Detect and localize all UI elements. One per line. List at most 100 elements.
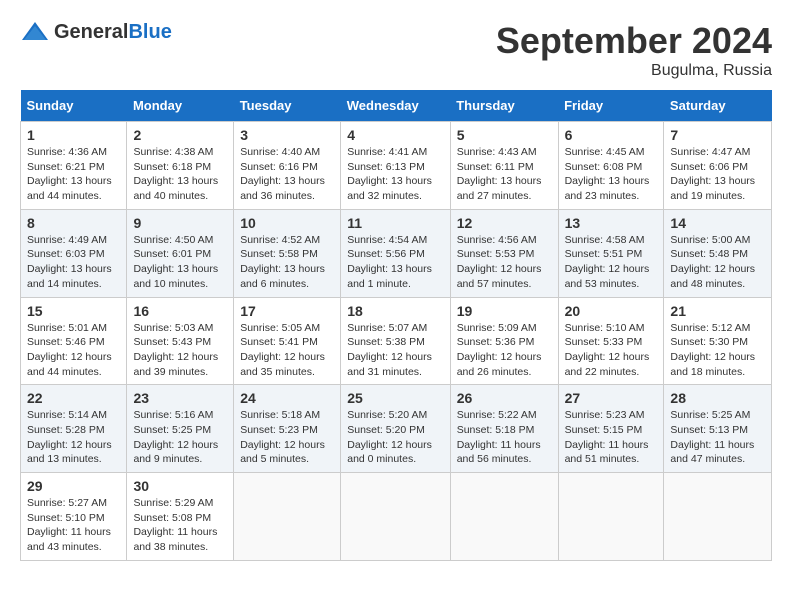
calendar-day: 27Sunrise: 5:23 AM Sunset: 5:15 PM Dayli… <box>558 385 664 473</box>
calendar-day: 15 Sunrise: 5:01 AM Sunset: 5:46 PM Dayli… <box>21 297 127 385</box>
day-info: Sunrise: 5:01 AM Sunset: 5:46 PM Dayligh… <box>27 321 120 380</box>
day-number: 2 <box>133 127 227 143</box>
header-row: Sunday Monday Tuesday Wednesday Thursday… <box>21 90 772 122</box>
day-number: 13 <box>565 215 658 231</box>
calendar-day <box>234 473 341 561</box>
day-info: Sunrise: 4:43 AM Sunset: 6:11 PM Dayligh… <box>457 145 552 204</box>
day-number: 5 <box>457 127 552 143</box>
logo-icon <box>20 20 50 44</box>
day-number: 23 <box>133 390 227 406</box>
day-number: 18 <box>347 303 443 319</box>
day-number: 16 <box>133 303 227 319</box>
calendar-day <box>664 473 772 561</box>
calendar-week-5: 29Sunrise: 5:27 AM Sunset: 5:10 PM Dayli… <box>21 473 772 561</box>
calendar-day: 24Sunrise: 5:18 AM Sunset: 5:23 PM Dayli… <box>234 385 341 473</box>
calendar-day: 30 Sunrise: 5:29 AM Sunset: 5:08 PM Dayli… <box>127 473 234 561</box>
calendar-day: 8 Sunrise: 4:49 AM Sunset: 6:03 PM Daylig… <box>21 209 127 297</box>
col-sunday: Sunday <box>21 90 127 122</box>
col-saturday: Saturday <box>664 90 772 122</box>
calendar-day: 3 Sunrise: 4:40 AM Sunset: 6:16 PM Daylig… <box>234 122 341 210</box>
day-number: 22 <box>27 390 120 406</box>
page-header: GeneralBlue September 2024 Bugulma, Russ… <box>20 20 772 80</box>
calendar-day: 28Sunrise: 5:25 AM Sunset: 5:13 PM Dayli… <box>664 385 772 473</box>
day-info: Sunrise: 5:03 AM Sunset: 5:43 PM Dayligh… <box>133 321 227 380</box>
day-info: Sunrise: 5:07 AM Sunset: 5:38 PM Dayligh… <box>347 321 443 380</box>
day-number: 29 <box>27 478 120 494</box>
logo-general: General <box>54 21 128 43</box>
day-info: Sunrise: 5:14 AM Sunset: 5:28 PM Dayligh… <box>27 408 120 467</box>
calendar-day <box>450 473 558 561</box>
day-number: 4 <box>347 127 443 143</box>
day-number: 17 <box>240 303 334 319</box>
day-info: Sunrise: 4:45 AM Sunset: 6:08 PM Dayligh… <box>565 145 658 204</box>
calendar-day: 26 Sunrise: 5:22 AM Sunset: 5:18 PM Dayli… <box>450 385 558 473</box>
day-info: Sunrise: 4:49 AM Sunset: 6:03 PM Dayligh… <box>27 233 120 292</box>
day-info: Sunrise: 4:41 AM Sunset: 6:13 PM Dayligh… <box>347 145 443 204</box>
day-number: 30 <box>133 478 227 494</box>
calendar-day <box>558 473 664 561</box>
day-info: Sunrise: 4:56 AM Sunset: 5:53 PM Dayligh… <box>457 233 552 292</box>
day-info: Sunrise: 5:10 AM Sunset: 5:33 PM Dayligh… <box>565 321 658 380</box>
day-info: Sunrise: 5:29 AM Sunset: 5:08 PM Dayligh… <box>133 496 227 555</box>
calendar-week-1: 1 Sunrise: 4:36 AM Sunset: 6:21 PM Daylig… <box>21 122 772 210</box>
title-block: September 2024 Bugulma, Russia <box>496 20 772 80</box>
col-thursday: Thursday <box>450 90 558 122</box>
logo: GeneralBlue <box>20 20 172 44</box>
day-number: 15 <box>27 303 120 319</box>
calendar-day: 18 Sunrise: 5:07 AM Sunset: 5:38 PM Dayli… <box>341 297 450 385</box>
day-info: Sunrise: 4:36 AM Sunset: 6:21 PM Dayligh… <box>27 145 120 204</box>
calendar-day: 1 Sunrise: 4:36 AM Sunset: 6:21 PM Daylig… <box>21 122 127 210</box>
day-number: 3 <box>240 127 334 143</box>
day-number: 25 <box>347 390 443 406</box>
calendar-day: 6 Sunrise: 4:45 AM Sunset: 6:08 PM Daylig… <box>558 122 664 210</box>
day-info: Sunrise: 5:16 AM Sunset: 5:25 PM Dayligh… <box>133 408 227 467</box>
day-number: 8 <box>27 215 120 231</box>
day-number: 27 <box>565 390 658 406</box>
calendar-day: 13 Sunrise: 4:58 AM Sunset: 5:51 PM Dayli… <box>558 209 664 297</box>
day-number: 6 <box>565 127 658 143</box>
logo-text: GeneralBlue <box>54 21 172 44</box>
calendar-day <box>341 473 450 561</box>
day-number: 21 <box>670 303 765 319</box>
day-number: 24 <box>240 390 334 406</box>
calendar-day: 12 Sunrise: 4:56 AM Sunset: 5:53 PM Dayli… <box>450 209 558 297</box>
day-number: 20 <box>565 303 658 319</box>
col-wednesday: Wednesday <box>341 90 450 122</box>
calendar-day: 22 Sunrise: 5:14 AM Sunset: 5:28 PM Dayli… <box>21 385 127 473</box>
day-info: Sunrise: 4:47 AM Sunset: 6:06 PM Dayligh… <box>670 145 765 204</box>
calendar-day: 29Sunrise: 5:27 AM Sunset: 5:10 PM Dayli… <box>21 473 127 561</box>
calendar-day: 7 Sunrise: 4:47 AM Sunset: 6:06 PM Daylig… <box>664 122 772 210</box>
day-info: Sunrise: 5:20 AM Sunset: 5:20 PM Dayligh… <box>347 408 443 467</box>
col-monday: Monday <box>127 90 234 122</box>
calendar-day: 19Sunrise: 5:09 AM Sunset: 5:36 PM Dayli… <box>450 297 558 385</box>
day-info: Sunrise: 5:00 AM Sunset: 5:48 PM Dayligh… <box>670 233 765 292</box>
calendar-week-4: 22 Sunrise: 5:14 AM Sunset: 5:28 PM Dayli… <box>21 385 772 473</box>
calendar-day: 14 Sunrise: 5:00 AM Sunset: 5:48 PM Dayli… <box>664 209 772 297</box>
calendar-day: 20 Sunrise: 5:10 AM Sunset: 5:33 PM Dayli… <box>558 297 664 385</box>
day-number: 9 <box>133 215 227 231</box>
calendar-week-2: 8 Sunrise: 4:49 AM Sunset: 6:03 PM Daylig… <box>21 209 772 297</box>
day-info: Sunrise: 4:38 AM Sunset: 6:18 PM Dayligh… <box>133 145 227 204</box>
calendar-day: 11 Sunrise: 4:54 AM Sunset: 5:56 PM Dayli… <box>341 209 450 297</box>
calendar-day: 17 Sunrise: 5:05 AM Sunset: 5:41 PM Dayli… <box>234 297 341 385</box>
calendar-day: 5 Sunrise: 4:43 AM Sunset: 6:11 PM Daylig… <box>450 122 558 210</box>
location-title: Bugulma, Russia <box>496 62 772 80</box>
day-number: 11 <box>347 215 443 231</box>
day-info: Sunrise: 5:25 AM Sunset: 5:13 PM Dayligh… <box>670 408 765 467</box>
day-info: Sunrise: 5:22 AM Sunset: 5:18 PM Dayligh… <box>457 408 552 467</box>
day-info: Sunrise: 5:05 AM Sunset: 5:41 PM Dayligh… <box>240 321 334 380</box>
day-info: Sunrise: 5:12 AM Sunset: 5:30 PM Dayligh… <box>670 321 765 380</box>
day-info: Sunrise: 4:40 AM Sunset: 6:16 PM Dayligh… <box>240 145 334 204</box>
day-info: Sunrise: 4:54 AM Sunset: 5:56 PM Dayligh… <box>347 233 443 292</box>
calendar-day: 23 Sunrise: 5:16 AM Sunset: 5:25 PM Dayli… <box>127 385 234 473</box>
day-info: Sunrise: 4:58 AM Sunset: 5:51 PM Dayligh… <box>565 233 658 292</box>
month-title: September 2024 <box>496 20 772 62</box>
day-number: 12 <box>457 215 552 231</box>
calendar-day: 4 Sunrise: 4:41 AM Sunset: 6:13 PM Daylig… <box>341 122 450 210</box>
calendar-day: 2 Sunrise: 4:38 AM Sunset: 6:18 PM Daylig… <box>127 122 234 210</box>
day-number: 14 <box>670 215 765 231</box>
day-number: 7 <box>670 127 765 143</box>
day-number: 26 <box>457 390 552 406</box>
day-number: 1 <box>27 127 120 143</box>
col-friday: Friday <box>558 90 664 122</box>
